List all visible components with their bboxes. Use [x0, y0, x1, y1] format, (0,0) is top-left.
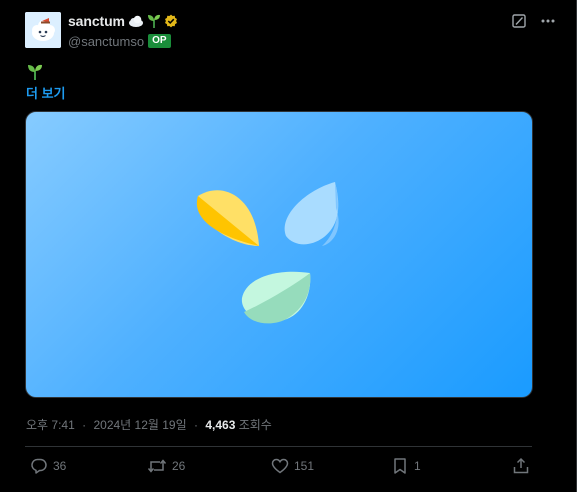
reply-count: 36 — [53, 459, 67, 473]
share-icon — [512, 457, 530, 475]
action-bar: 36 26 151 1 — [25, 457, 533, 481]
tweet-card: sanctum @sanctumso OP 더 보기 오후 7:41 · 202… — [0, 0, 577, 492]
post-date[interactable]: 2024년 12월 19일 — [93, 418, 186, 432]
author-names: sanctum @sanctumso OP — [68, 12, 178, 49]
author-handle[interactable]: @sanctumso — [68, 34, 144, 49]
more-options-icon[interactable] — [540, 14, 556, 28]
verified-badge-icon — [164, 14, 178, 28]
reply-icon — [30, 457, 48, 475]
bookmark-button[interactable]: 1 — [391, 457, 421, 475]
meta-separator: · — [194, 418, 198, 432]
display-name-row: sanctum — [68, 12, 178, 30]
like-count: 151 — [294, 459, 315, 473]
bookmark-icon — [391, 457, 409, 475]
bookmark-count: 1 — [414, 459, 421, 473]
op-badge: OP — [148, 34, 171, 48]
meta-separator: · — [82, 418, 87, 432]
yellow-petal — [196, 190, 259, 246]
header-actions — [512, 14, 556, 28]
cloud-emoji — [128, 14, 144, 28]
seedling-emoji — [147, 13, 161, 29]
show-more-link[interactable]: 더 보기 — [26, 83, 66, 102]
share-button[interactable] — [512, 457, 530, 475]
like-button[interactable]: 151 — [271, 457, 314, 475]
grok-icon[interactable] — [512, 14, 526, 28]
media-image[interactable] — [25, 111, 533, 398]
divider — [25, 446, 532, 447]
avatar[interactable] — [25, 12, 61, 48]
view-count: 4,463 — [205, 418, 236, 432]
tweet-meta: 오후 7:41 · 2024년 12월 19일 · 4,463 조회수 — [26, 416, 272, 433]
green-petal — [241, 271, 311, 324]
repost-icon — [147, 457, 167, 475]
heart-icon — [271, 457, 289, 475]
post-time[interactable]: 오후 7:41 — [26, 418, 75, 432]
view-count-label: 조회수 — [238, 418, 272, 432]
repost-count: 26 — [172, 459, 186, 473]
repost-button[interactable]: 26 — [147, 457, 185, 475]
display-name[interactable]: sanctum — [68, 13, 125, 29]
handle-row: @sanctumso OP — [68, 33, 178, 49]
tweet-header: sanctum @sanctumso OP — [25, 12, 556, 52]
blue-petal — [284, 182, 339, 246]
reply-button[interactable]: 36 — [30, 457, 66, 475]
